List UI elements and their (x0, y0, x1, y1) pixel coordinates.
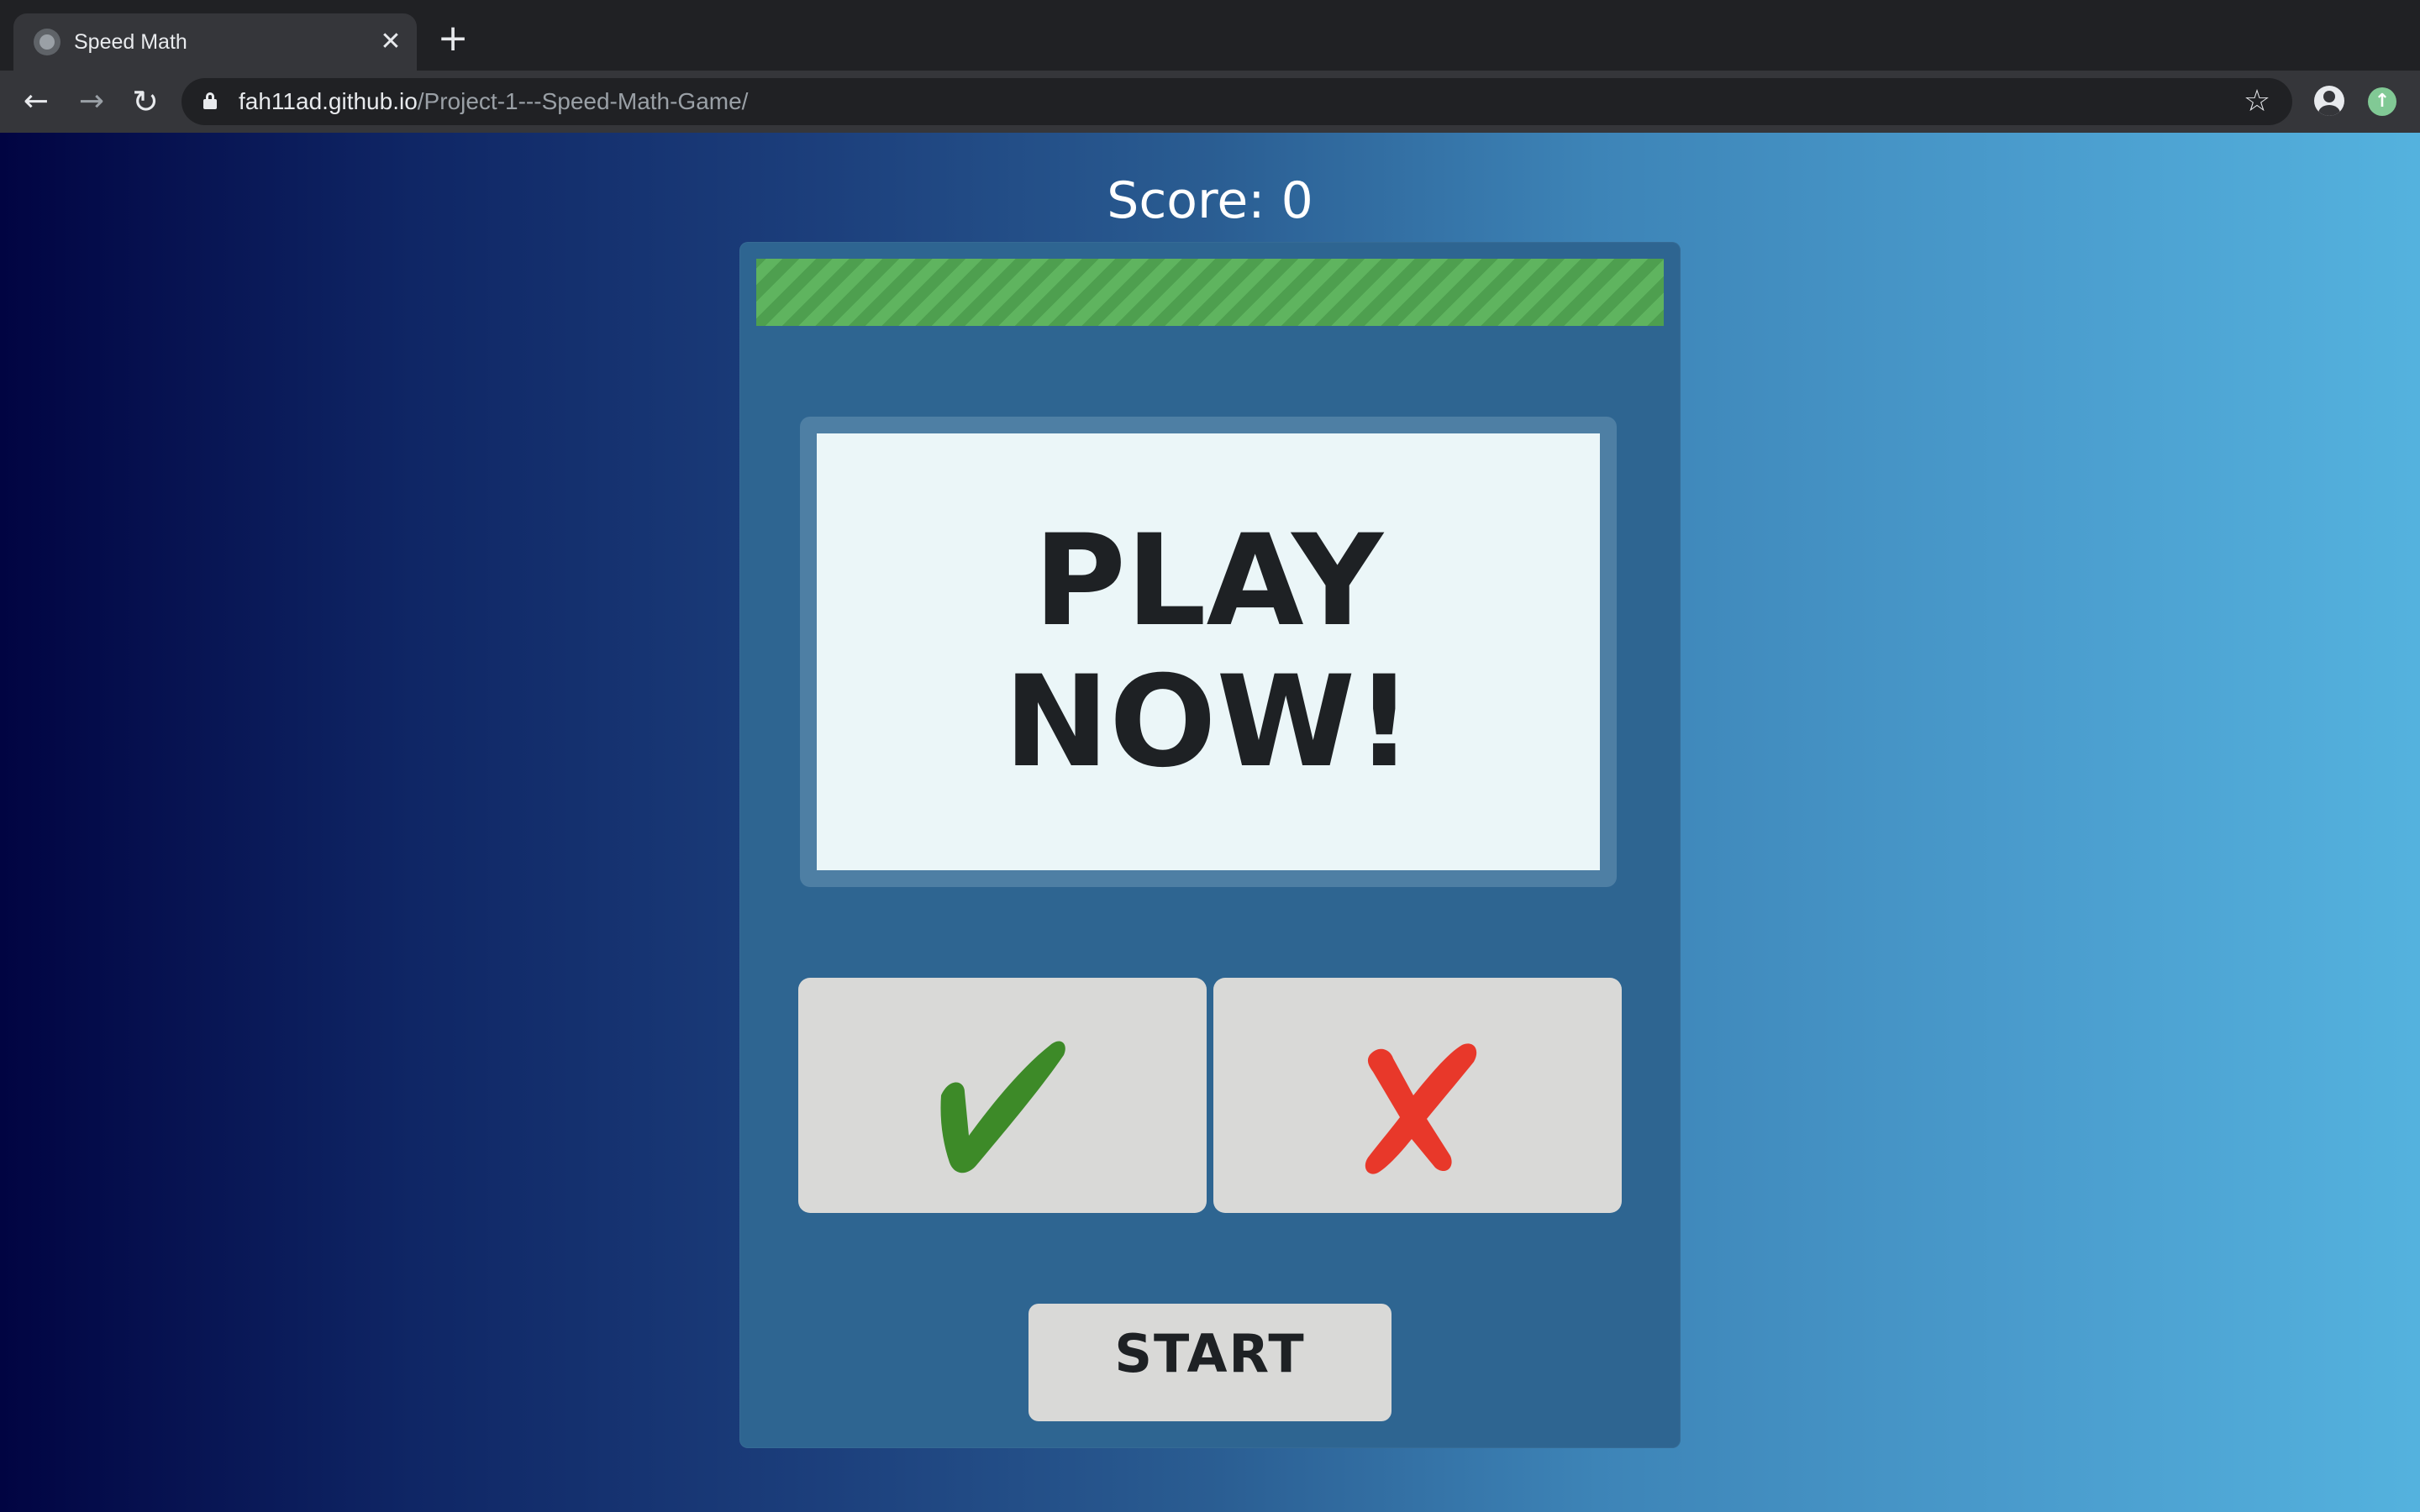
timer-bar (756, 259, 1664, 326)
question-frame: PLAY NOW! (800, 417, 1617, 887)
address-bar[interactable]: fah11ad.github.io/Project-1---Speed-Math… (182, 78, 2292, 125)
question-text: PLAY NOW! (1003, 508, 1413, 795)
score-display: Score: 0 (1107, 171, 1313, 230)
back-arrow-icon[interactable]: ← (17, 82, 55, 121)
forward-arrow-icon[interactable]: → (72, 82, 111, 121)
browser-tab-strip: Speed Math ✕ + (0, 0, 2420, 71)
tab-title: Speed Math (74, 30, 187, 54)
bookmark-star-icon[interactable]: ☆ (2240, 85, 2274, 118)
profile-avatar-icon[interactable] (2314, 86, 2344, 116)
game-panel: PLAY NOW! START (739, 242, 1681, 1448)
lock-icon (203, 92, 217, 109)
question-display: PLAY NOW! (817, 433, 1600, 870)
url-host: fah11ad.github.io (239, 88, 418, 114)
url-text[interactable]: fah11ad.github.io/Project-1---Speed-Math… (239, 87, 748, 117)
browser-tab[interactable]: Speed Math ✕ (13, 13, 417, 71)
correct-answer-button[interactable] (798, 978, 1207, 1213)
url-path: /Project-1---Speed-Math-Game/ (417, 88, 749, 114)
start-button[interactable]: START (1028, 1304, 1392, 1421)
close-tab-icon[interactable]: ✕ (376, 28, 405, 56)
wrong-answer-button[interactable] (1213, 978, 1622, 1213)
browser-toolbar: ← → ↻ fah11ad.github.io/Project-1---Spee… (0, 71, 2420, 133)
checkmark-icon (940, 1041, 1065, 1173)
new-tab-button[interactable]: + (436, 20, 470, 57)
cross-icon (1365, 1043, 1477, 1174)
reload-icon[interactable]: ↻ (126, 82, 165, 121)
page-viewport: Score: 0 PLAY NOW! START (0, 133, 2420, 1512)
globe-icon (34, 29, 60, 55)
update-arrow-icon[interactable]: ↑ (2368, 87, 2396, 116)
